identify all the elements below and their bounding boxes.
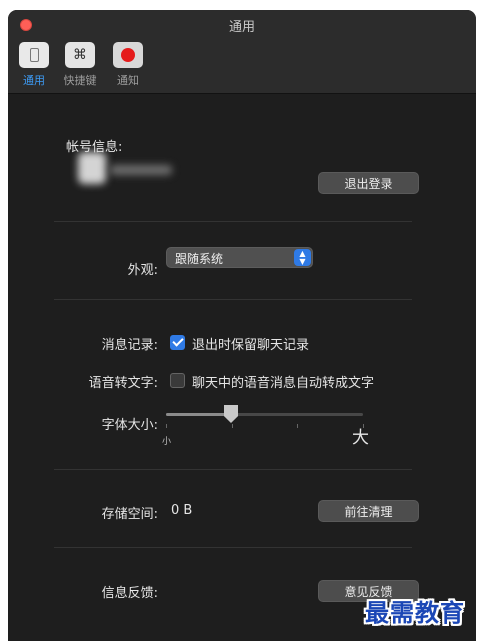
storage-label: 存储空间: [101, 507, 158, 522]
appearance-select[interactable]: 跟随系统 ▲ ▼ [166, 247, 313, 268]
slider-tick [231, 424, 233, 428]
avatar [78, 152, 106, 184]
window-toolbar: 通用 通用 ⌘ 快捷键 通知 [8, 10, 476, 94]
command-key-icon: ⌘ [65, 42, 95, 68]
appearance-label: 外观: [127, 263, 158, 278]
tab-notifications-label: 通知 [117, 74, 139, 87]
logout-button[interactable]: 退出登录 [318, 172, 419, 194]
tab-notifications[interactable]: 通知 [108, 42, 148, 88]
keep-history-checkbox[interactable] [170, 335, 185, 350]
chevron-up-down-icon: ▲ ▼ [294, 249, 311, 266]
voice-to-text-label: 语音转文字: [88, 376, 158, 391]
keep-history-checkbox-label[interactable]: 退出时保留聊天记录 [192, 334, 309, 353]
divider [54, 469, 412, 470]
account-name-blurred [110, 165, 172, 175]
tab-general-label: 通用 [23, 74, 45, 87]
notification-icon [113, 42, 143, 68]
slider-tick [297, 424, 299, 428]
watermark-logo: 最需教育 [365, 598, 465, 627]
storage-value: 0 B [171, 503, 193, 518]
auto-voice-to-text-checkbox-label[interactable]: 聊天中的语音消息自动转成文字 [192, 372, 374, 391]
general-icon [19, 42, 49, 68]
divider [54, 221, 412, 222]
go-clean-button[interactable]: 前往清理 [318, 500, 419, 522]
font-size-slider[interactable] [166, 413, 363, 416]
slider-tick [166, 424, 167, 428]
tab-shortcuts-label: 快捷键 [63, 74, 97, 87]
message-history-label: 消息记录: [101, 338, 158, 353]
font-size-large-label: 大 [352, 428, 369, 448]
divider [54, 547, 412, 548]
divider [54, 299, 412, 300]
window-title: 通用 [228, 20, 255, 35]
font-size-small-label: 小 [162, 437, 172, 447]
font-size-label: 字体大小: [101, 418, 158, 433]
tab-general[interactable]: 通用 [14, 42, 54, 88]
tab-shortcuts[interactable]: ⌘ 快捷键 [60, 42, 100, 88]
appearance-select-value: 跟随系统 [175, 252, 224, 266]
font-size-slider-fill [166, 413, 231, 416]
auto-voice-to-text-checkbox[interactable] [170, 373, 185, 388]
feedback-label: 信息反馈: [101, 586, 158, 601]
